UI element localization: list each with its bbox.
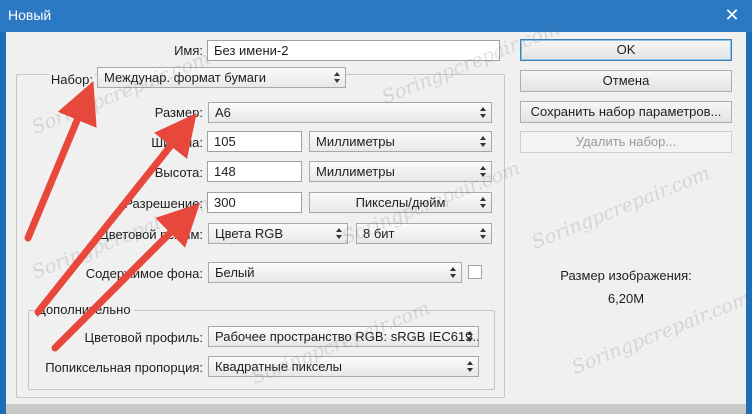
pixel-aspect-label: Попиксельная пропорция:: [45, 360, 203, 375]
chevron-updown-icon: [478, 225, 488, 242]
height-unit-select[interactable]: Миллиметры: [309, 161, 492, 182]
pixel-aspect-value: Квадратные пикселы: [215, 359, 343, 374]
cancel-button[interactable]: Отмена: [520, 70, 732, 92]
background-color-swatch[interactable]: [468, 265, 482, 279]
image-size-label: Размер изображения:: [560, 268, 692, 283]
name-input[interactable]: Без имени-2: [207, 40, 500, 61]
height-label: Высота:: [154, 165, 203, 180]
width-unit-value: Миллиметры: [316, 134, 395, 149]
resolution-input[interactable]: 300: [207, 192, 302, 213]
window-title: Новый: [8, 7, 52, 23]
chevron-updown-icon: [478, 163, 488, 180]
bit-depth-select[interactable]: 8 бит: [356, 223, 492, 244]
chevron-updown-icon: [332, 69, 342, 86]
size-select[interactable]: A6: [208, 102, 492, 123]
resolution-unit-value: Пикселы/дюйм: [355, 195, 446, 210]
chevron-updown-icon: [478, 104, 488, 121]
ok-button[interactable]: OK: [520, 39, 732, 61]
width-label: Ширина:: [151, 135, 203, 150]
background-value: Белый: [215, 265, 255, 280]
background-strip: [6, 404, 746, 414]
advanced-group: [28, 310, 495, 390]
chevron-updown-icon: [478, 133, 488, 150]
resolution-label: Разрешение:: [124, 196, 203, 211]
new-document-dialog: Имя: Без имени-2 Набор: Междунар. формат…: [6, 17, 752, 408]
title-bar: Новый ✕: [0, 0, 752, 32]
delete-preset-button: Удалить набор...: [520, 131, 732, 153]
name-label: Имя:: [174, 43, 203, 58]
save-preset-button[interactable]: Сохранить набор параметров...: [520, 101, 732, 123]
chevron-updown-icon: [448, 264, 458, 281]
color-mode-select[interactable]: Цвета RGB: [208, 223, 348, 244]
color-profile-label: Цветовой профиль:: [84, 330, 203, 345]
width-unit-select[interactable]: Миллиметры: [309, 131, 492, 152]
chevron-updown-icon: [334, 225, 344, 242]
image-size-value: 6,20M: [607, 291, 645, 306]
height-input[interactable]: 148: [207, 161, 302, 182]
color-profile-value: Рабочее пространство RGB: sRGB IEC619...: [215, 329, 479, 344]
chevron-updown-icon: [465, 358, 475, 375]
pixel-aspect-select[interactable]: Квадратные пикселы: [208, 356, 479, 377]
background-label: Содержимое фона:: [85, 266, 203, 281]
size-label: Размер:: [154, 105, 203, 120]
watermark-text: Soringpcrepair.com: [528, 162, 714, 254]
preset-label: Набор:: [48, 72, 95, 87]
background-select[interactable]: Белый: [208, 262, 462, 283]
preset-value: Междунар. формат бумаги: [104, 70, 266, 85]
close-icon[interactable]: ✕: [718, 3, 746, 27]
size-value: A6: [215, 105, 231, 120]
preset-select[interactable]: Междунар. формат бумаги: [97, 67, 346, 88]
color-profile-select[interactable]: Рабочее пространство RGB: sRGB IEC619...: [208, 326, 479, 347]
advanced-group-title: Дополнительно: [34, 302, 134, 317]
resolution-unit-select[interactable]: Пикселы/дюйм: [309, 192, 492, 213]
chevron-updown-icon: [478, 194, 488, 211]
bit-depth-value: 8 бит: [363, 226, 395, 241]
width-input[interactable]: 105: [207, 131, 302, 152]
height-unit-value: Миллиметры: [316, 164, 395, 179]
chevron-updown-icon: [465, 328, 475, 345]
color-mode-value: Цвета RGB: [215, 226, 283, 241]
color-mode-label: Цветовой режим:: [99, 227, 203, 242]
